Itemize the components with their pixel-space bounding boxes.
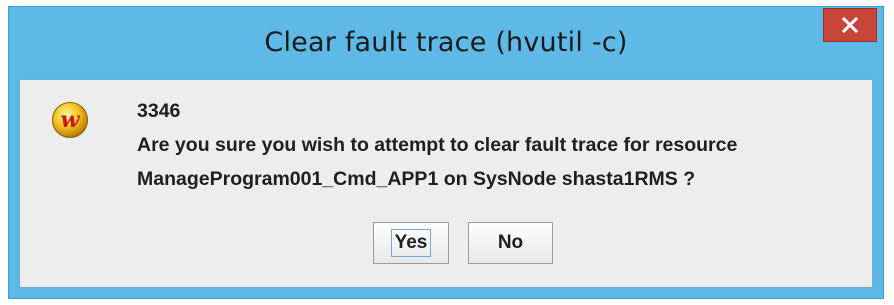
window-title: Clear fault trace (hvutil -c) [264, 27, 628, 58]
yes-button-label: Yes [390, 229, 432, 257]
message-line-1: Are you sure you wish to attempt to clea… [137, 134, 738, 156]
yes-button[interactable]: Yes [373, 222, 449, 264]
message-line-2: ManageProgram001_Cmd_APP1 on SysNode sha… [137, 168, 696, 190]
message-code: 3346 [137, 100, 181, 122]
message-text: 3346 Are you sure you wish to attempt to… [137, 94, 737, 196]
title-bar[interactable]: Clear fault trace (hvutil -c) [9, 7, 883, 79]
dialog-content: w 3346 Are you sure you wish to attempt … [19, 79, 873, 288]
no-button-label: No [497, 232, 524, 253]
close-button[interactable] [823, 8, 877, 42]
svg-text:w: w [61, 107, 81, 133]
close-icon [842, 17, 858, 33]
no-button[interactable]: No [468, 222, 553, 264]
w-logo-icon: w [52, 102, 88, 138]
dialog-window: Clear fault trace (hvutil -c) w 3346 Are… [8, 6, 884, 299]
